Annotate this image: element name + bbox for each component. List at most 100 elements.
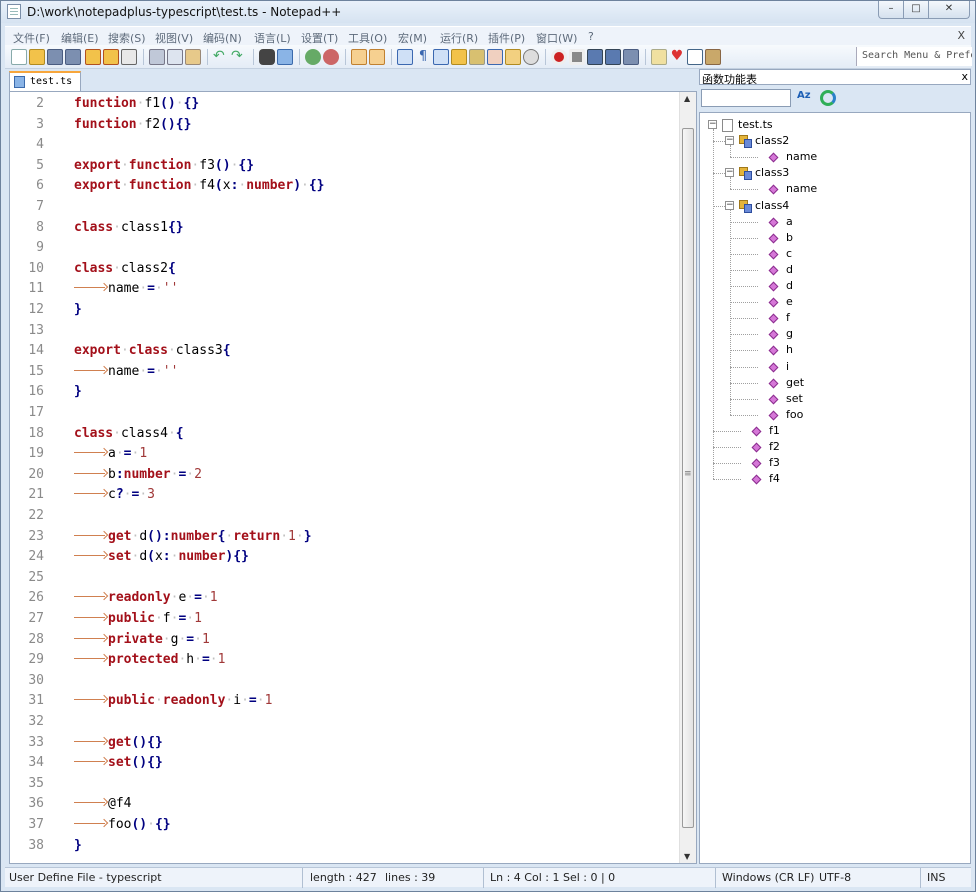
find-icon[interactable] bbox=[259, 49, 275, 65]
tree-node-class[interactable]: class3 bbox=[755, 166, 789, 179]
close-all-icon[interactable] bbox=[103, 49, 119, 65]
run-macro-multiple-icon[interactable] bbox=[605, 49, 621, 65]
tree-node-fn[interactable]: set bbox=[786, 392, 803, 405]
close-window-button[interactable]: ✕ bbox=[928, 1, 970, 19]
code-operator: {} bbox=[183, 96, 200, 111]
tree-node-fn[interactable]: name bbox=[786, 182, 817, 195]
cut-icon[interactable] bbox=[149, 49, 165, 65]
tree-expander-icon[interactable]: − bbox=[725, 200, 734, 210]
tree-node-fn[interactable]: f4 bbox=[769, 472, 780, 485]
word-wrap-icon[interactable] bbox=[397, 49, 413, 65]
undo-icon[interactable]: ↶ bbox=[213, 49, 229, 65]
reload-icon[interactable] bbox=[820, 90, 836, 106]
tree-node-fn[interactable]: foo bbox=[786, 408, 803, 421]
tree-node-fn[interactable]: e bbox=[786, 295, 793, 308]
print-icon[interactable] bbox=[121, 49, 137, 65]
close-document-button[interactable]: X bbox=[957, 29, 965, 42]
function-list-title: 函数功能表 bbox=[702, 73, 757, 86]
minimize-button[interactable]: – bbox=[878, 1, 904, 19]
user-language-icon[interactable] bbox=[451, 49, 467, 65]
spell-check-icon[interactable] bbox=[651, 49, 667, 65]
menu-macro[interactable]: 宏(M) bbox=[398, 30, 427, 46]
vertical-scrollbar[interactable]: ▲ ▼ bbox=[679, 92, 696, 863]
tree-expander-icon[interactable]: − bbox=[725, 136, 734, 146]
save-macro-icon[interactable] bbox=[623, 49, 639, 65]
copy-icon[interactable] bbox=[167, 49, 183, 65]
open-file-icon[interactable] bbox=[29, 49, 45, 65]
menu-search[interactable]: 搜索(S) bbox=[108, 30, 146, 46]
status-lines: lines : 39 bbox=[381, 868, 484, 888]
tree-node-fn[interactable]: d bbox=[786, 279, 793, 292]
menu-window[interactable]: 窗口(W) bbox=[536, 30, 577, 46]
scroll-up-icon[interactable]: ▲ bbox=[684, 94, 690, 103]
code-keyword: number bbox=[170, 528, 218, 544]
tree-node-fn[interactable]: f bbox=[786, 311, 790, 324]
close-icon[interactable] bbox=[85, 49, 101, 65]
menu-plugins[interactable]: 插件(P) bbox=[488, 30, 525, 46]
folder-workspace-icon[interactable] bbox=[505, 49, 521, 65]
sort-icon[interactable]: Az bbox=[797, 90, 813, 106]
record-macro-icon[interactable] bbox=[551, 49, 567, 65]
zoom-out-icon[interactable] bbox=[323, 49, 339, 65]
menu-tools[interactable]: 工具(O) bbox=[348, 30, 387, 46]
tree-node-fn[interactable]: g bbox=[786, 327, 793, 340]
code-keyword: function bbox=[74, 116, 137, 132]
tree-node-fn[interactable]: c bbox=[786, 247, 792, 260]
indent-guide-icon[interactable] bbox=[433, 49, 449, 65]
tab-test-ts[interactable]: test.ts bbox=[9, 71, 81, 91]
doc-map-icon[interactable] bbox=[469, 49, 485, 65]
sync-horizontal-icon[interactable] bbox=[369, 49, 385, 65]
tree-node-fn[interactable]: get bbox=[786, 376, 804, 389]
monitoring-icon[interactable] bbox=[523, 49, 539, 65]
tree-node-class[interactable]: class4 bbox=[755, 199, 789, 212]
tree-node-fn[interactable]: f3 bbox=[769, 456, 780, 469]
panel-close-button[interactable]: x bbox=[961, 70, 968, 83]
tree-node-class[interactable]: class2 bbox=[755, 134, 789, 147]
menu-view[interactable]: 视图(V) bbox=[155, 30, 193, 46]
tree-node-fn[interactable]: i bbox=[786, 360, 789, 373]
tree-node-fn[interactable]: b bbox=[786, 231, 793, 244]
redo-icon[interactable]: ↷ bbox=[231, 49, 247, 65]
function-list-icon[interactable] bbox=[487, 49, 503, 65]
line-number: 34 bbox=[28, 755, 44, 771]
code-keyword: export bbox=[74, 343, 121, 359]
tree-node-fn[interactable]: name bbox=[786, 150, 817, 163]
new-file-icon[interactable] bbox=[11, 49, 27, 65]
tree-node-fn[interactable]: h bbox=[786, 343, 793, 356]
tree-node-fn[interactable]: a bbox=[786, 215, 793, 228]
menu-run[interactable]: 运行(R) bbox=[440, 30, 478, 46]
tree-expander-icon[interactable]: − bbox=[725, 168, 734, 178]
menu-search-box[interactable]: Search Menu & Prefer bbox=[856, 47, 972, 66]
replace-icon[interactable] bbox=[277, 49, 293, 65]
code-keyword: return bbox=[233, 528, 281, 544]
function-search-input[interactable] bbox=[701, 89, 791, 107]
show-all-chars-icon[interactable]: ¶ bbox=[415, 49, 431, 65]
menu-file[interactable]: 文件(F) bbox=[13, 30, 50, 46]
tree-node-fn[interactable]: d bbox=[786, 263, 793, 276]
tree-node-fn[interactable]: f1 bbox=[769, 424, 780, 437]
menu-help[interactable]: ? bbox=[588, 30, 594, 43]
code-editor[interactable]: 2 3 4 5 6 7 8 9 10 11 12 13 14 15 16 17 18 19 20 21 22 23 24 25… bbox=[9, 91, 697, 864]
maximize-button[interactable]: □ bbox=[903, 1, 929, 19]
play-macro-icon[interactable] bbox=[587, 49, 603, 65]
scrollbar-thumb[interactable] bbox=[682, 128, 694, 828]
save-icon[interactable] bbox=[47, 49, 63, 65]
tree-expander-icon[interactable]: − bbox=[708, 120, 717, 129]
stop-record-icon[interactable] bbox=[569, 49, 585, 65]
menu-edit[interactable]: 编辑(E) bbox=[61, 30, 99, 46]
window-icon[interactable] bbox=[687, 49, 703, 65]
tree-node-file[interactable]: test.ts bbox=[738, 118, 773, 131]
toolbar-separator bbox=[299, 49, 300, 65]
plugin-icon[interactable] bbox=[705, 49, 721, 65]
scroll-down-icon[interactable]: ▼ bbox=[684, 852, 690, 861]
sync-vertical-icon[interactable] bbox=[351, 49, 367, 65]
tree-node-fn[interactable]: f2 bbox=[769, 440, 780, 453]
code-operator: (){} bbox=[131, 755, 163, 771]
save-all-icon[interactable] bbox=[65, 49, 81, 65]
menu-settings[interactable]: 设置(T) bbox=[301, 30, 338, 46]
menu-language[interactable]: 语言(L) bbox=[254, 30, 291, 46]
heart-icon[interactable]: ♥ bbox=[669, 49, 685, 65]
zoom-in-icon[interactable] bbox=[305, 49, 321, 65]
menu-encoding[interactable]: 编码(N) bbox=[203, 30, 242, 46]
paste-icon[interactable] bbox=[185, 49, 201, 65]
